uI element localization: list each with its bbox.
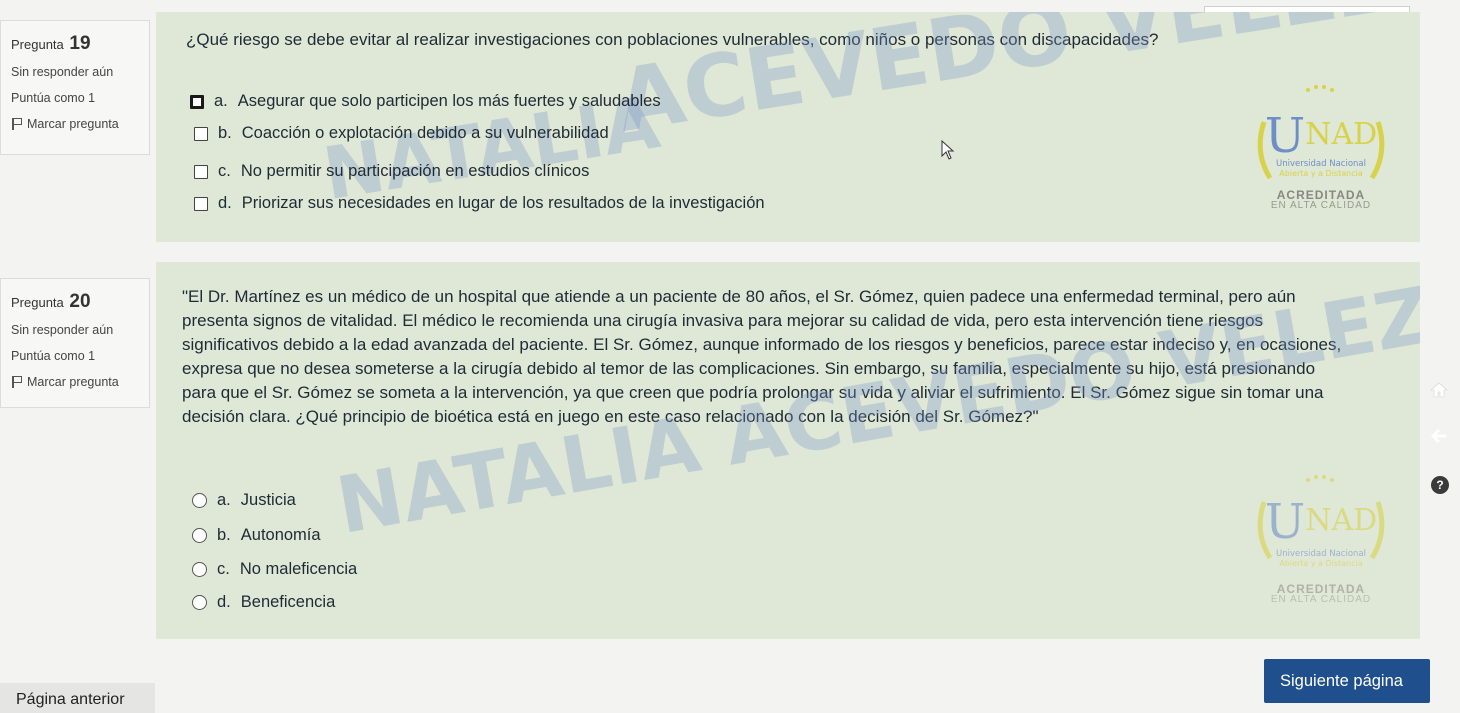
answer-option-d[interactable]: d. Priorizar sus necesidades en lugar de… [194,194,765,213]
answer-radio[interactable] [192,493,207,508]
question-19-info: Pregunta 19 Sin responder aún Puntúa com… [0,20,150,155]
logo-badge-line2: EN ALTA CALIDAD [1270,594,1372,605]
answer-option-b[interactable]: b. Coacción o explotación debido a su vu… [194,124,609,143]
answer-radio[interactable] [192,528,207,543]
answer-option-a[interactable]: a. Asegurar que solo participen los más … [190,92,661,111]
answer-radio[interactable] [192,595,207,610]
flag-question-button[interactable]: Marcar pregunta [11,375,149,389]
svg-text:Abierta y a Distancia: Abierta y a Distancia [1279,559,1363,568]
answer-option-c[interactable]: c. No permitir su participación en estud… [194,162,589,181]
flag-question-label: Marcar pregunta [27,375,119,389]
answer-option-b[interactable]: b. Autonomía [192,526,321,545]
unad-logo-icon: UNAD Universidad Nacional Abierta y a Di… [1257,475,1385,568]
flag-question-label: Marcar pregunta [27,117,119,131]
question-text: "El Dr. Martínez es un médico de un hosp… [182,285,1341,429]
question-status: Sin responder aún [11,323,114,337]
flag-icon [11,117,23,131]
question-text: ¿Qué riesgo se debe evitar al realizar i… [186,30,1159,49]
question-text-line: para que el Sr. Gómez se someta a la int… [182,383,1324,402]
question-19-panel: ¿Qué riesgo se debe evitar al realizar i… [156,12,1420,242]
unad-logo-icon: UNAD Universidad Nacional Abierta y a Di… [1257,85,1385,180]
svg-text:Abierta y a Distancia: Abierta y a Distancia [1279,169,1363,178]
answer-option-a[interactable]: a. Justicia [192,491,296,510]
question-text-line: significativos debido a la edad avanzada… [182,335,1342,354]
question-text-line: "El Dr. Martínez es un médico de un hosp… [182,287,1296,306]
question-number: 19 [69,33,91,54]
logo-badge-line2: EN ALTA CALIDAD [1270,200,1372,211]
back-arrow-icon[interactable] [1428,426,1450,448]
previous-page-button[interactable]: Página anterior [0,683,155,713]
next-page-button[interactable]: Siguiente página [1264,659,1430,703]
answer-option-c[interactable]: c. No maleficencia [192,560,357,579]
unad-logo: UNAD Universidad Nacional Abierta y a Di… [1236,82,1406,232]
question-text-line: expresa que no desea someterse a la ciru… [182,359,1316,378]
flag-icon [11,375,23,389]
answer-checkbox[interactable] [194,196,208,211]
svg-text:UNAD: UNAD [1265,108,1377,164]
question-20-info: Pregunta 20 Sin responder aún Puntúa com… [0,278,150,408]
mouse-cursor-icon [941,140,955,160]
help-icon[interactable]: ? [1431,476,1449,494]
home-icon[interactable] [1428,380,1450,402]
question-text-line: decisión clara. ¿Qué principio de bioéti… [182,407,1039,426]
unad-logo: UNAD Universidad Nacional Abierta y a Di… [1236,462,1406,612]
question-number: 20 [69,291,91,312]
svg-text:Universidad Nacional: Universidad Nacional [1276,549,1366,559]
question-text-line: presenta signos de vitalidad. El médico … [182,311,1264,330]
question-score: Puntúa como 1 [11,91,96,105]
question-label: Pregunta [11,295,64,310]
question-status: Sin responder aún [11,65,114,79]
question-score: Puntúa como 1 [11,349,96,363]
answer-option-d[interactable]: d. Beneficencia [192,593,335,612]
answer-checkbox[interactable] [190,94,204,109]
question-20-panel: "El Dr. Martínez es un médico de un hosp… [156,262,1420,639]
svg-text:UNAD: UNAD [1265,494,1377,550]
flag-question-button[interactable]: Marcar pregunta [11,117,149,131]
answer-checkbox[interactable] [194,164,208,179]
answer-radio[interactable] [192,562,207,577]
question-label: Pregunta [11,37,64,52]
svg-text:Universidad Nacional: Universidad Nacional [1276,159,1366,169]
answer-checkbox[interactable] [194,126,208,141]
